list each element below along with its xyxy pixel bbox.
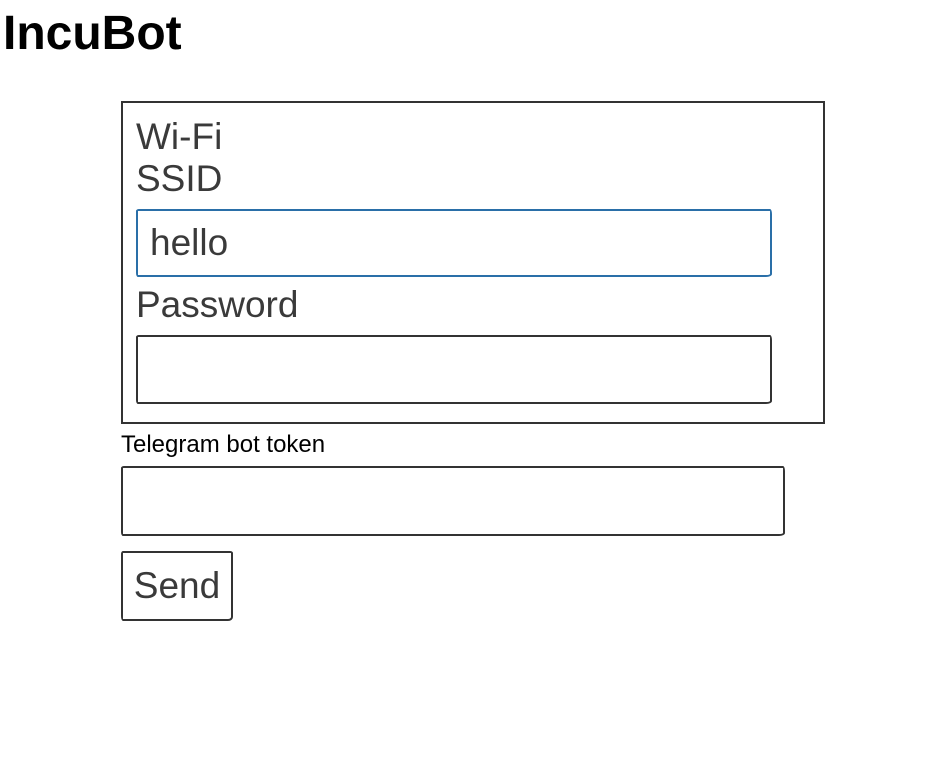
- password-label: Password: [136, 284, 299, 325]
- telegram-token-input[interactable]: [121, 466, 785, 536]
- wifi-ssid-input[interactable]: [136, 209, 772, 277]
- page-title: IncuBot: [3, 7, 182, 60]
- wifi-settings-box: Wi-Fi SSID Password: [121, 101, 825, 424]
- send-button[interactable]: Send: [121, 551, 233, 621]
- page: IncuBot Wi-Fi SSID Password Telegram bot…: [0, 0, 948, 757]
- telegram-token-label: Telegram bot token: [121, 431, 326, 458]
- wifi-ssid-label: Wi-Fi SSID: [136, 116, 223, 199]
- password-input[interactable]: [136, 335, 772, 404]
